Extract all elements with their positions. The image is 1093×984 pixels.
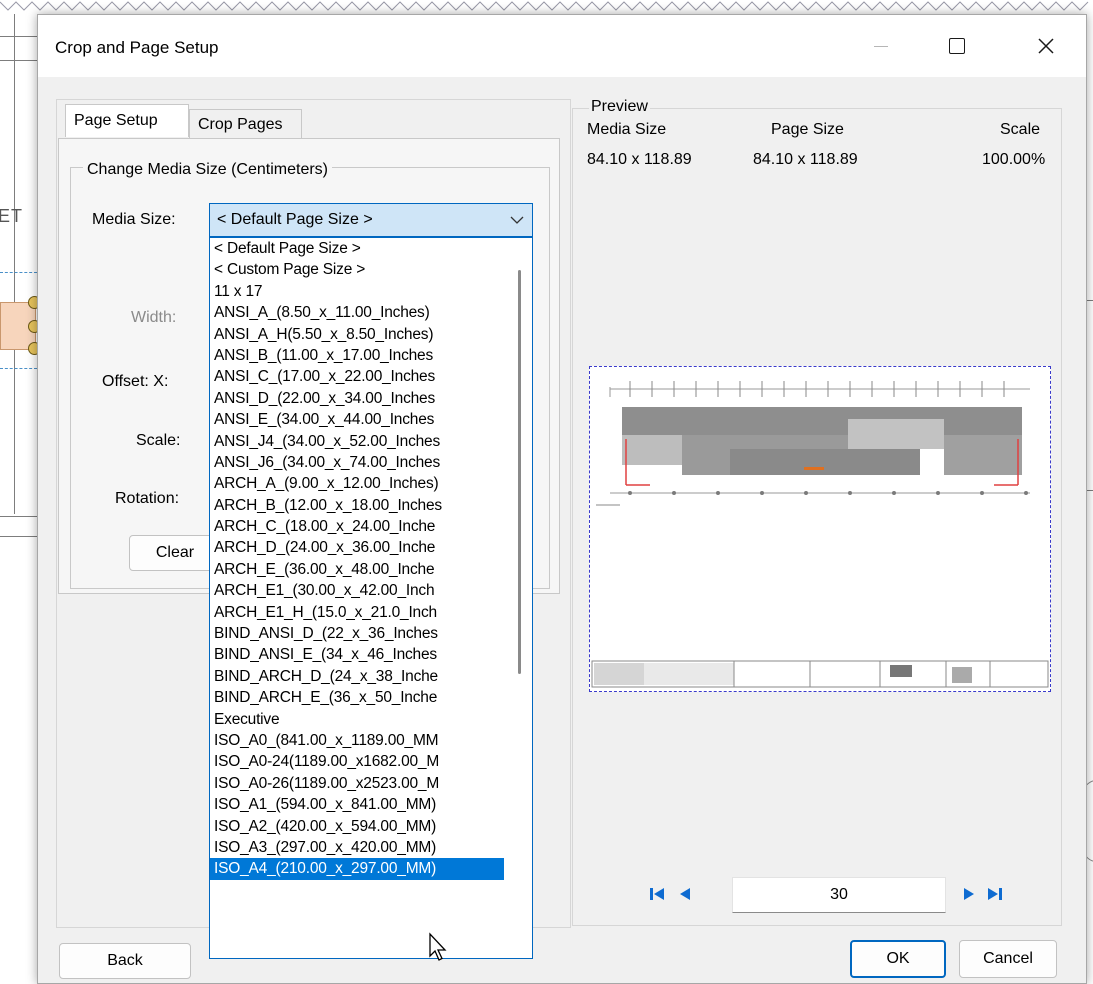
media-size-option[interactable]: ANSI_B_(11.00_x_17.00_Inches [210,345,504,366]
media-size-option[interactable]: BIND_ARCH_D_(24_x_38_Inche [210,666,504,687]
media-size-option[interactable]: BIND_ANSI_E_(34_x_46_Inches [210,644,504,665]
scale-header: Scale [1000,121,1041,138]
media-size-readout: 84.10 x 118.89 [587,151,692,168]
ok-button[interactable]: OK [850,940,946,978]
background-line [0,36,37,37]
last-page-icon [988,888,1002,900]
tab-page-setup[interactable]: Page Setup [65,104,189,137]
media-size-option[interactable]: BIND_ANSI_D_(22_x_36_Inches [210,623,504,644]
close-button[interactable] [1015,15,1077,77]
media-size-option[interactable]: ISO_A4_(210.00_x_297.00_MM) [210,858,504,880]
media-size-option[interactable]: ISO_A0_(841.00_x_1189.00_MM [210,730,504,751]
media-size-option[interactable]: ARCH_A_(9.00_x_12.00_Inches) [210,473,504,494]
background-text: ET [0,206,24,226]
background-line [0,536,37,537]
dialog-title: Crop and Page Setup [55,38,219,57]
next-page-button[interactable] [956,877,982,911]
media-size-dropdown-list[interactable]: < Default Page Size > < Custom Page Size … [209,237,533,959]
width-label: Width: [131,309,177,326]
rotation-label: Rotation: [115,490,180,507]
media-size-option[interactable]: ARCH_B_(12.00_x_18.00_Inches [210,495,504,516]
media-size-option[interactable]: ANSI_C_(17.00_x_22.00_Inches [210,366,504,387]
minimize-icon [874,45,888,47]
drawing-thumbnail [591,381,1049,688]
media-size-option[interactable]: ANSI_A_H(5.50_x_8.50_Inches) [210,324,504,345]
media-size-option[interactable]: ARCH_D_(24.00_x_36.00_Inche [210,537,504,558]
media-size-option[interactable]: Executive [210,709,504,730]
next-page-icon [964,888,974,900]
crop-and-page-setup-dialog: Crop and Page Setup Page Setup Crop Page… [37,14,1087,984]
media-size-option[interactable]: ARCH_C_(18.00_x_24.00_Inche [210,516,504,537]
media-size-option[interactable]: ANSI_J6_(34.00_x_74.00_Inches [210,452,504,473]
maximize-icon [949,38,965,54]
group-title: Change Media Size (Centimeters) [83,161,332,179]
scale-label: Scale: [136,432,181,449]
media-size-option[interactable]: ISO_A3_(297.00_x_420.00_MM) [210,837,504,858]
media-size-option[interactable]: ANSI_D_(22.00_x_34.00_Inches [210,388,504,409]
clear-button[interactable]: Clear [129,535,221,571]
media-size-option[interactable]: ANSI_E_(34.00_x_44.00_Inches [210,409,504,430]
media-size-option[interactable]: ISO_A2_(420.00_x_594.00_MM) [210,816,504,837]
maximize-button[interactable] [926,15,988,77]
media-size-option[interactable]: ANSI_A_(8.50_x_11.00_Inches) [210,302,504,323]
media-size-option[interactable]: < Default Page Size > [210,238,504,259]
close-icon [1038,38,1054,54]
previous-page-button[interactable] [672,877,698,911]
tab-crop-pages[interactable]: Crop Pages [189,109,302,139]
title-bar[interactable]: Crop and Page Setup [38,15,1086,77]
media-size-option[interactable]: BIND_ARCH_E_(36_x_50_Inche [210,687,504,708]
first-page-button[interactable] [644,877,670,911]
page-preview [589,366,1051,692]
first-page-icon [650,888,664,900]
media-size-label: Media Size: [92,211,176,228]
media-size-combobox[interactable]: < Default Page Size > [209,203,533,237]
page-size-readout: 84.10 x 118.89 [753,151,858,168]
dropdown-scrollbar[interactable] [518,270,521,674]
mouse-pointer-icon [429,932,447,961]
media-size-option[interactable]: ARCH_E1_(30.00_x_42.00_Inch [210,580,504,601]
media-size-option[interactable]: ISO_A0-26(1189.00_x2523.00_M [210,773,504,794]
chevron-down-icon [510,216,524,224]
background-line [0,516,37,517]
media-size-option[interactable]: 11 x 17 [210,281,504,302]
minimize-button[interactable] [850,15,912,77]
media-size-option[interactable]: ARCH_E1_H_(15.0_x_21.0_Inch [210,602,504,623]
cancel-button[interactable]: Cancel [959,940,1057,978]
scale-readout: 100.00% [982,151,1046,168]
page-size-header: Page Size [771,121,844,138]
page-number-input[interactable]: 30 [732,877,946,913]
media-size-option[interactable]: < Custom Page Size > [210,259,504,280]
preview-legend: Preview [589,98,650,116]
background-dashed-line [0,272,37,273]
background-dashed-line [0,368,37,369]
last-page-button[interactable] [982,877,1008,911]
background-line [14,14,15,514]
back-button[interactable]: Back [59,943,191,979]
media-size-option[interactable]: ISO_A0-24(1189.00_x1682.00_M [210,751,504,772]
media-size-value: < Default Page Size > [217,211,373,228]
media-size-header: Media Size [587,121,667,138]
previous-page-icon [680,888,690,900]
background-line [0,60,37,61]
background-drawing-border [0,0,1093,14]
media-size-option[interactable]: ARCH_E_(36.00_x_48.00_Inche [210,559,504,580]
media-size-option[interactable]: ISO_A1_(594.00_x_841.00_MM) [210,794,504,815]
media-size-option[interactable]: ANSI_J4_(34.00_x_52.00_Inches [210,431,504,452]
offset-x-label: Offset: X: [102,373,169,390]
